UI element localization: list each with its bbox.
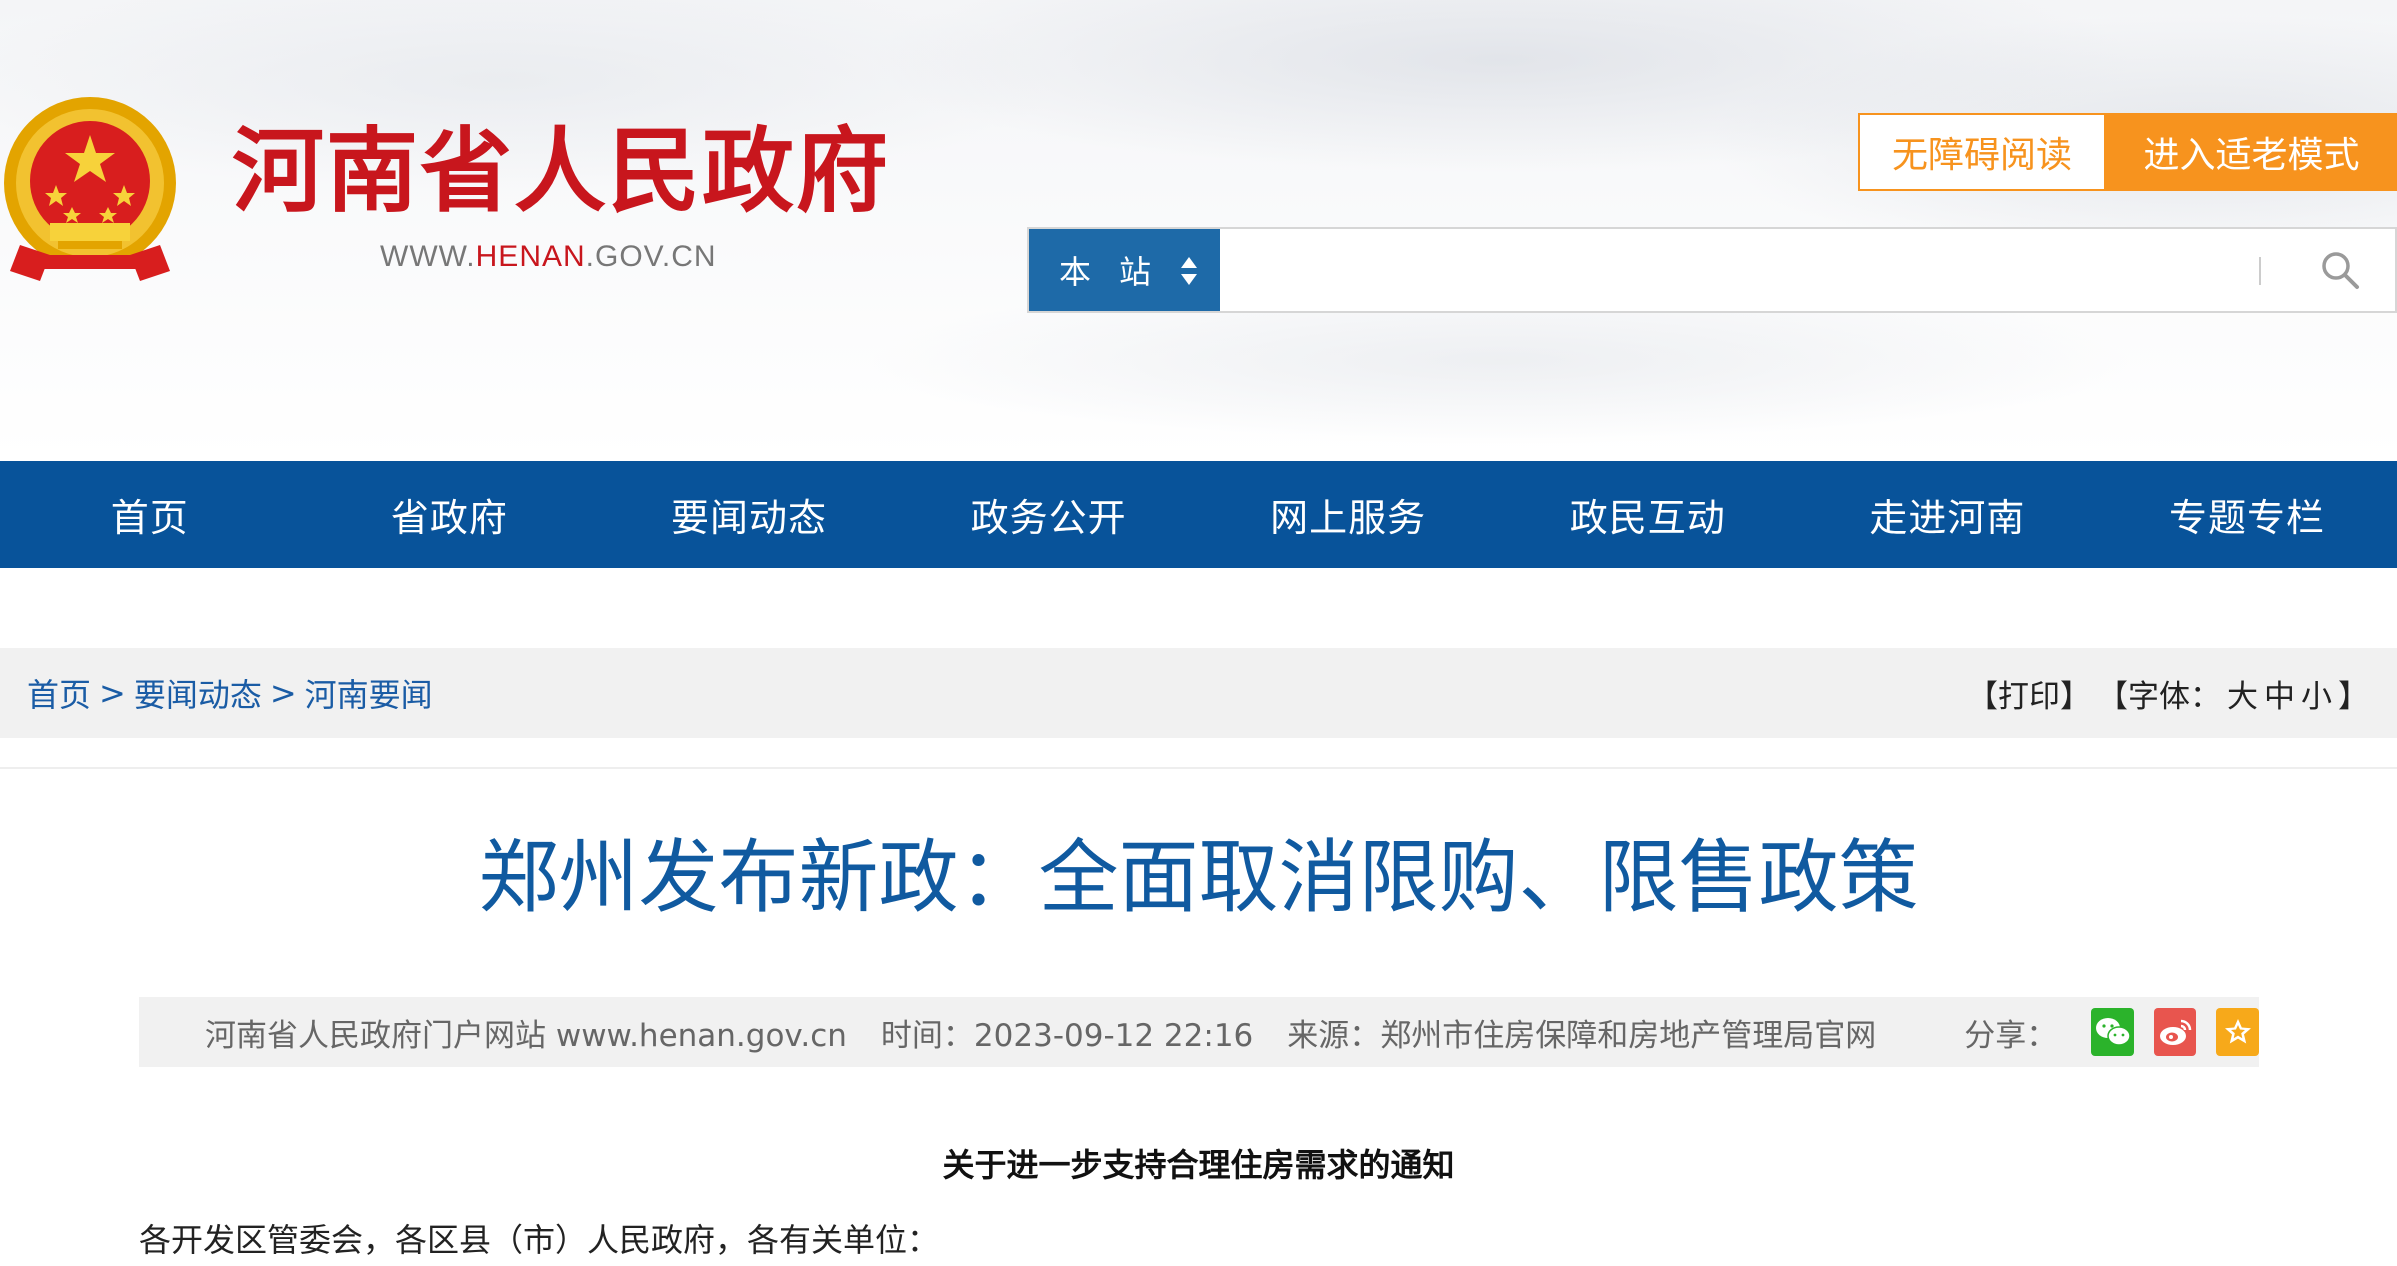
article-title: 郑州发布新政：全面取消限购、限售政策	[478, 831, 1919, 924]
search-scope-select[interactable]: 本站	[1029, 229, 1220, 311]
sort-arrows-icon	[1181, 257, 1197, 285]
search-input[interactable]	[1223, 229, 2223, 311]
site-header: 河南省人民政府 WWW.HENAN.GOV.CN 无障碍阅读 进入适老模式 本站	[0, 0, 2397, 460]
share-label: 分享：	[1964, 1017, 2058, 1054]
nav-item-special-topics[interactable]: 专题专栏	[2097, 461, 2397, 568]
national-emblem-icon[interactable]	[0, 95, 180, 285]
weibo-glyph-icon	[2160, 1019, 2192, 1045]
meta-source: 来源：郑州市住房保障和房地产管理局官网	[1287, 1017, 1877, 1054]
main-nav: 首页 省政府 要闻动态 政务公开 网上服务 政民互动 走进河南 专题专栏	[0, 461, 2397, 568]
site-url-prefix: WWW.	[380, 240, 476, 273]
breadcrumb-separator: >	[99, 674, 126, 712]
breadcrumb-home[interactable]: 首页	[27, 670, 91, 716]
nav-item-government-affairs[interactable]: 政务公开	[899, 461, 1199, 568]
page-tools: 【打印】 【字体： 大 中 小 】	[1961, 648, 2369, 738]
article-paragraph: 各开发区管委会，各区县（市）人民政府，各有关单位：	[139, 1221, 940, 1259]
font-size-small[interactable]: 小	[2301, 671, 2332, 716]
star-glyph-icon	[2224, 1019, 2251, 1044]
document-heading: 关于进一步支持合理住房需求的通知	[942, 1146, 1455, 1184]
search-scope-label: 本站	[1059, 253, 1180, 291]
divider	[0, 767, 2397, 769]
search-icon[interactable]	[2319, 249, 2361, 291]
weibo-share-icon[interactable]	[2153, 1008, 2197, 1056]
site-url-highlight: HENAN	[475, 240, 586, 273]
site-title[interactable]: 河南省人民政府	[232, 116, 890, 228]
font-size-medium[interactable]: 中	[2264, 671, 2295, 716]
meta-site: 河南省人民政府门户网站 www.henan.gov.cn	[205, 1017, 847, 1054]
breadcrumb-bar: 首页 > 要闻动态 > 河南要闻 【打印】 【字体： 大 中 小 】	[0, 648, 2397, 738]
nav-item-about-henan[interactable]: 走进河南	[1798, 461, 2098, 568]
wechat-share-icon[interactable]	[2091, 1008, 2134, 1056]
meta-time: 时间：2023-09-12 22:16	[880, 1017, 1254, 1054]
font-size-prefix: 【字体：	[2097, 678, 2221, 715]
nav-item-home[interactable]: 首页	[0, 461, 300, 568]
nav-item-province-government[interactable]: 省政府	[300, 461, 600, 568]
font-size-large[interactable]: 大	[2227, 671, 2258, 716]
nav-item-online-services[interactable]: 网上服务	[1198, 461, 1498, 568]
print-link[interactable]: 【打印】	[1967, 671, 2091, 716]
nav-item-interaction[interactable]: 政民互动	[1498, 461, 1798, 568]
site-url-suffix: .GOV.CN	[585, 240, 717, 273]
breadcrumb-news[interactable]: 要闻动态	[134, 670, 262, 716]
breadcrumb-henan-news[interactable]: 河南要闻	[305, 670, 433, 716]
site-url: WWW.HENAN.GOV.CN	[380, 240, 717, 274]
font-size-suffix: 】	[2338, 678, 2369, 715]
search-box: 本站	[1027, 227, 2397, 313]
elder-mode-button[interactable]: 进入适老模式	[2106, 113, 2397, 191]
favorite-star-icon[interactable]	[2216, 1008, 2260, 1056]
article-meta: 河南省人民政府门户网站 www.henan.gov.cn 时间：2023-09-…	[139, 997, 2260, 1067]
nav-item-news[interactable]: 要闻动态	[599, 461, 899, 568]
accessible-reading-button[interactable]: 无障碍阅读	[1858, 113, 2106, 191]
breadcrumb-separator: >	[269, 674, 297, 712]
breadcrumb: 首页 > 要闻动态 > 河南要闻	[27, 648, 433, 738]
wechat-glyph-icon	[2095, 1018, 2131, 1046]
search-divider	[2259, 257, 2261, 285]
